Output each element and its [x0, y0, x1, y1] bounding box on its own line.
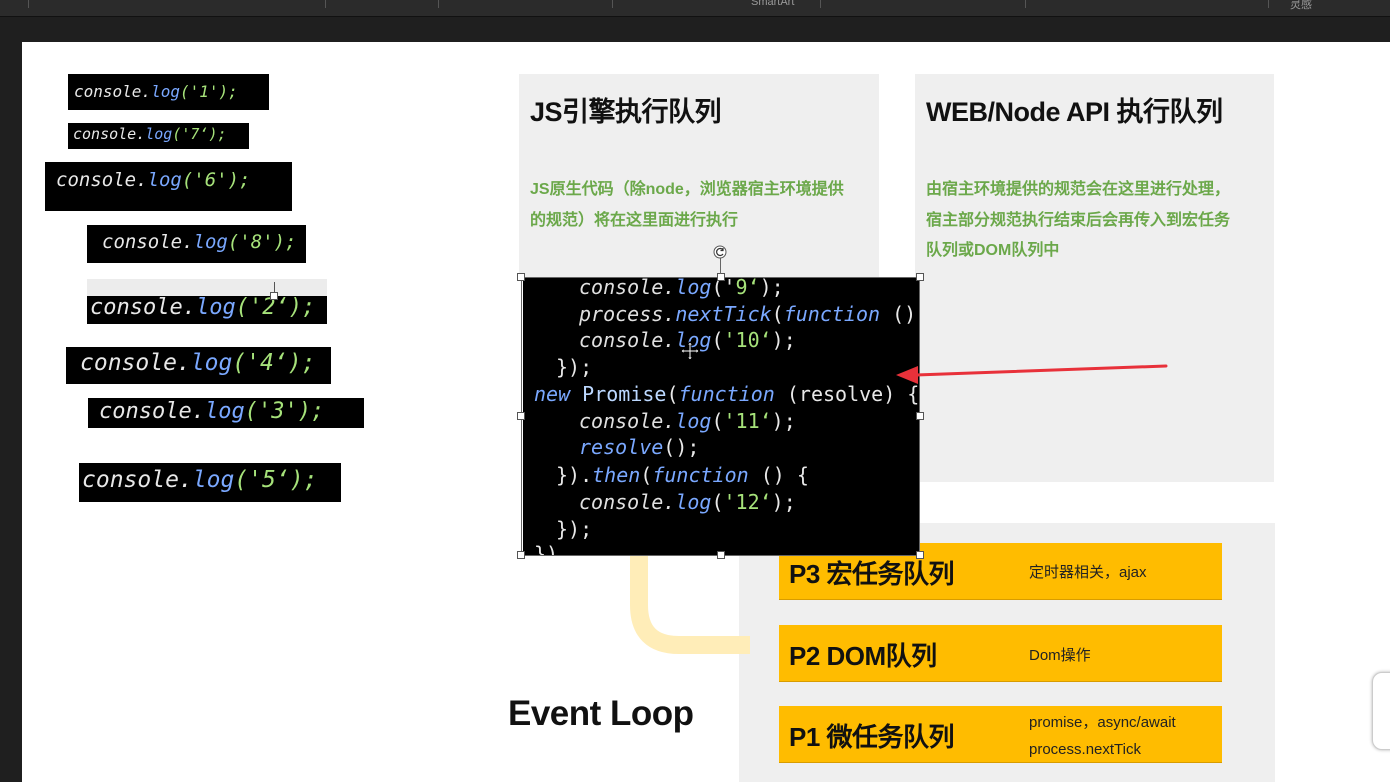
inspiration-button-label[interactable]: 灵感: [1290, 0, 1312, 12]
snippet-prefix: console.: [56, 169, 148, 191]
toolbar-divider: [1025, 0, 1026, 8]
code-snippet-8[interactable]: console.log('8');: [87, 225, 306, 263]
queue-desc-p2: Dom操作: [1029, 647, 1091, 664]
code-snippet-6[interactable]: console.log('6');: [45, 162, 292, 211]
web-panel-title: WEB/Node API 执行队列: [926, 97, 1223, 127]
snippet-fn: log: [147, 169, 182, 191]
web-panel-desc-line3: 队列或DOM队列中: [926, 242, 1060, 259]
toolbar-divider: [820, 0, 821, 8]
event-loop-label: Event Loop: [508, 694, 694, 733]
code-snippet-1[interactable]: console.log('1');: [68, 74, 269, 110]
resize-handle-right[interactable]: [916, 412, 924, 420]
snippet-fn: log: [204, 399, 245, 424]
queue-bar-p1[interactable]: P1 微任务队列 promise，async/await process.nex…: [779, 706, 1222, 763]
snippet-fn: log: [195, 296, 236, 320]
snippet-fn: log: [193, 231, 228, 253]
code-line-7: resolve();: [579, 435, 700, 459]
snippet-prefix: console.: [99, 399, 205, 424]
resize-handle[interactable]: [270, 292, 278, 300]
app-toolbar: SmartArt 灵感: [0, 0, 1390, 17]
snippet-fn: log: [190, 350, 233, 376]
queue-desc-p1-line1: promise，async/await: [1029, 714, 1176, 731]
js-panel-desc-line2: 的规范）将在这里面进行执行: [530, 212, 739, 229]
snippet-arg: ('7‘);: [172, 125, 227, 143]
queue-title-p3: P3 宏任务队列: [789, 559, 955, 589]
code-snippet-4[interactable]: console.log('4‘);: [66, 347, 331, 384]
selected-code-image[interactable]: console.log('9‘); process.nextTick(funct…: [523, 278, 920, 555]
code-line-10: });: [556, 517, 593, 541]
toolbar-divider: [1268, 0, 1269, 8]
resize-handle-top[interactable]: [717, 273, 725, 281]
web-panel-desc-line1: 由宿主环境提供的规范会在这里进行处理，: [926, 181, 1231, 198]
code-line-9: console.log('12‘);: [579, 490, 796, 514]
queue-title-p2: P2 DOM队列: [789, 641, 937, 671]
resize-handle-bottom-right[interactable]: [916, 551, 924, 559]
toolbar-divider: [325, 0, 326, 8]
snippet-fn: log: [192, 467, 235, 493]
snippet-arg: ('5‘);: [234, 467, 318, 493]
snippet-2-highlight: [87, 279, 327, 297]
rotate-handle-stem: [720, 258, 721, 274]
code-line-4: });: [556, 355, 593, 379]
code-snippet-7[interactable]: console.log('7‘);: [68, 123, 249, 149]
queue-desc-p1-line2: process.nextTick: [1029, 741, 1141, 758]
toolbar-divider: [28, 0, 29, 8]
snippet-prefix: console.: [73, 125, 146, 143]
smartart-button-label[interactable]: SmartArt: [751, 0, 794, 8]
queue-title-p1: P1 微任务队列: [789, 722, 955, 752]
resize-handle-left[interactable]: [517, 412, 525, 420]
code-snippet-5[interactable]: console.log('5‘);: [79, 463, 341, 502]
code-line-6: console.log('11‘);: [579, 409, 796, 433]
snippet-fn: log: [145, 125, 173, 143]
queue-bar-p2[interactable]: P2 DOM队列 Dom操作: [779, 625, 1222, 682]
resize-handle-top-left[interactable]: [517, 273, 525, 281]
code-line-1: console.log('9‘);: [579, 278, 784, 299]
toolbar-divider: [438, 0, 439, 8]
snippet-prefix: console.: [82, 467, 193, 493]
queue-desc-p3: 定时器相关，ajax: [1029, 564, 1147, 581]
snippet-prefix: console.: [80, 350, 191, 376]
js-panel-title: JS引擎执行队列: [530, 97, 722, 127]
snippet-arg: ('6');: [181, 169, 251, 191]
snippet-arg: ('3');: [244, 399, 325, 424]
move-cursor-icon: [680, 341, 700, 361]
resize-handle-bottom[interactable]: [717, 551, 725, 559]
code-line-8: }).then(function () {: [556, 463, 809, 487]
toolbar-divider: [612, 0, 613, 8]
resize-handle-bottom-left[interactable]: [517, 551, 525, 559]
resize-handle-top-right[interactable]: [916, 273, 924, 281]
code-snippet-3[interactable]: console.log('3');: [88, 398, 364, 428]
code-line-5: new Promise(function (resolve) {: [534, 382, 920, 406]
side-floating-tab[interactable]: [1372, 672, 1390, 750]
js-engine-panel[interactable]: JS引擎执行队列 JS原生代码（除node，浏览器宿主环境提供 的规范）将在这里…: [519, 74, 879, 278]
js-panel-desc-line1: JS原生代码（除node，浏览器宿主环境提供: [530, 181, 844, 198]
red-arrow-annotation: [896, 364, 1168, 384]
snippet-arg: ('8');: [227, 231, 297, 253]
snippet-prefix: console.: [102, 231, 194, 253]
web-panel-desc-line2: 宿主部分规范执行结束后会再传入到宏任务: [926, 212, 1231, 229]
code-snippet-2[interactable]: console.log('2‘);: [87, 296, 327, 324]
snippet-prefix: console.: [90, 296, 196, 320]
snippet-arg: ('1');: [179, 82, 238, 101]
code-line-11: }): [534, 542, 559, 555]
rotate-handle-icon[interactable]: [713, 245, 727, 259]
snippet-fn: log: [151, 82, 180, 101]
snippet-arg: ('4‘);: [232, 350, 316, 376]
loop-connector-decoration: [630, 545, 750, 654]
web-api-panel[interactable]: WEB/Node API 执行队列 由宿主环境提供的规范会在这里进行处理， 宿主…: [915, 74, 1274, 482]
code-line-2: process.nextTick(function () {: [579, 302, 920, 326]
snippet-prefix: console.: [74, 82, 152, 101]
